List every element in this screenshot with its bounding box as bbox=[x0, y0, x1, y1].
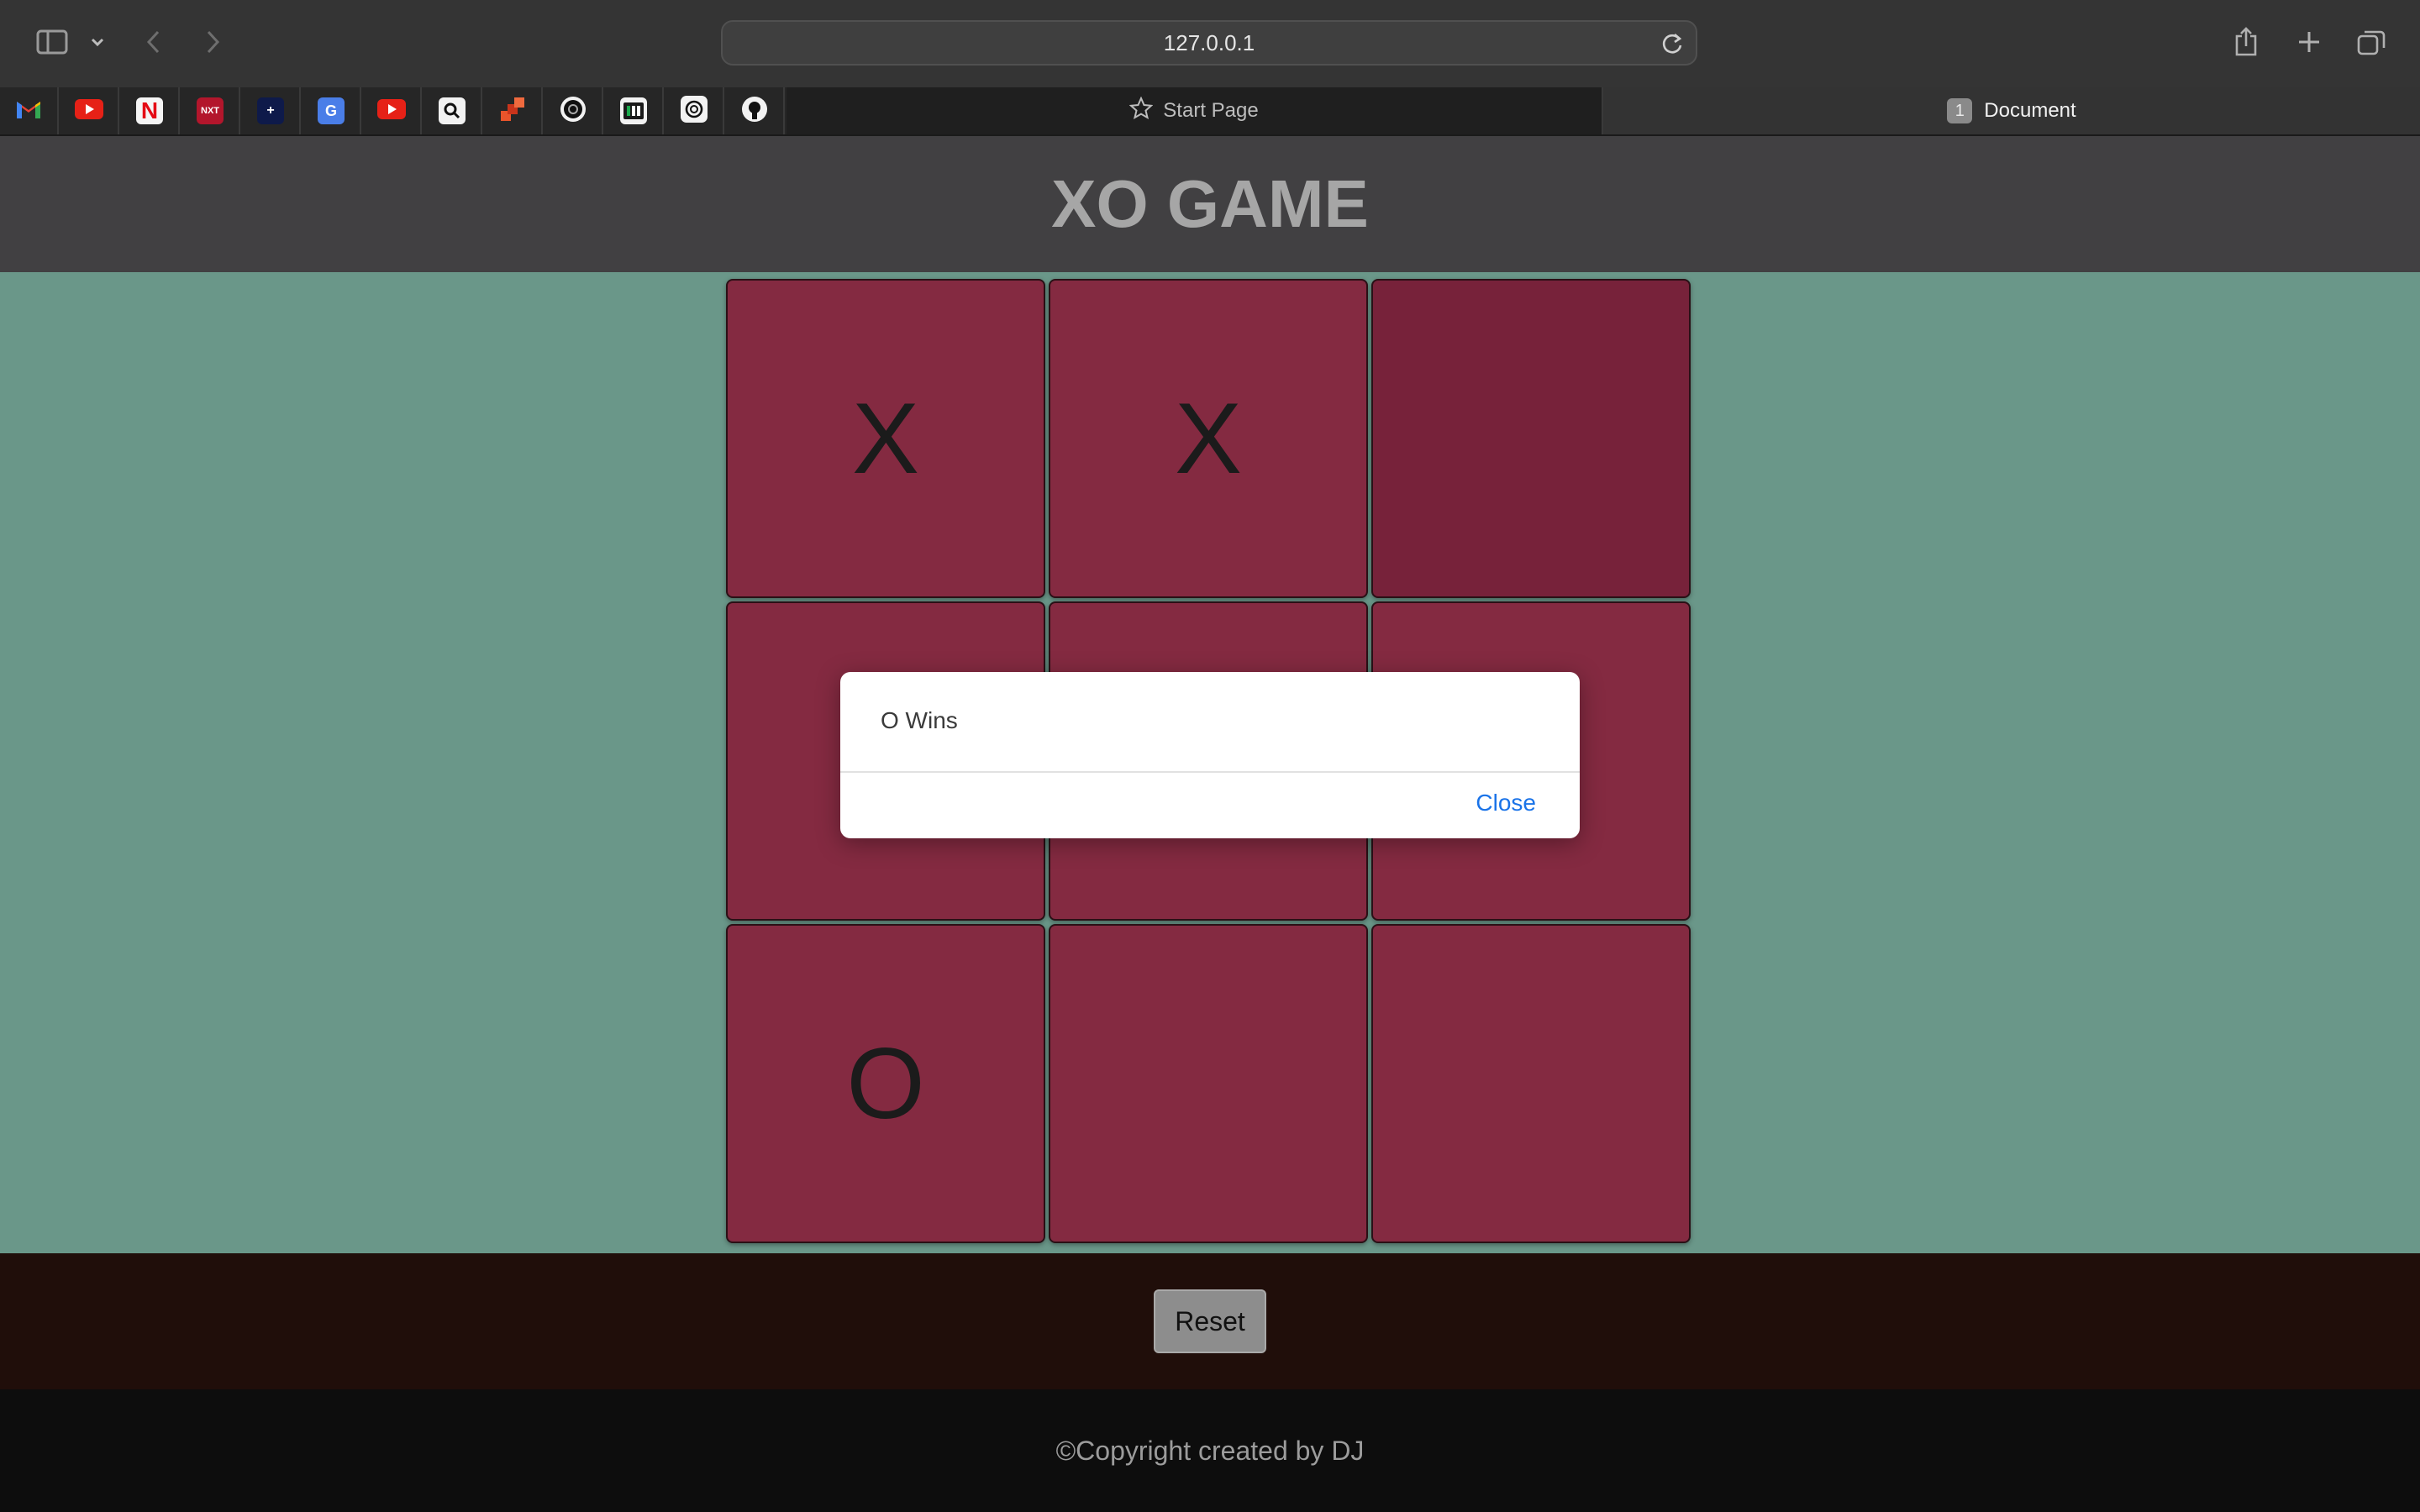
share-icon[interactable] bbox=[2232, 20, 2260, 64]
board-cell-8[interactable] bbox=[1049, 924, 1368, 1243]
stack-app-icon bbox=[499, 96, 526, 127]
alert-message: O Wins bbox=[881, 707, 958, 733]
sunnxt-icon: NXT bbox=[197, 97, 224, 124]
bookmark-youtube[interactable] bbox=[60, 87, 119, 134]
hotstar-icon: + bbox=[257, 97, 284, 124]
youtube-icon bbox=[377, 98, 406, 123]
star-icon bbox=[1128, 96, 1154, 126]
tab-count-badge: 1 bbox=[1947, 98, 1973, 123]
bookmark-sunnxt[interactable]: NXT bbox=[182, 87, 240, 134]
tab-document[interactable]: 1 Document bbox=[1603, 87, 2420, 134]
bookmark-youtube-2[interactable] bbox=[363, 87, 422, 134]
bookmark-google-translate[interactable]: G bbox=[302, 87, 361, 134]
bookmark-hackerrank[interactable] bbox=[605, 87, 664, 134]
board-cell-2[interactable]: X bbox=[1049, 279, 1368, 598]
bookmark-netflix[interactable]: N bbox=[121, 87, 180, 134]
tab-overview-icon[interactable] bbox=[2354, 20, 2388, 64]
google-translate-icon: G bbox=[318, 97, 345, 124]
bookmark-search-app[interactable] bbox=[424, 87, 482, 134]
bookmark-chatgpt[interactable] bbox=[666, 87, 724, 134]
board-cell-1[interactable]: X bbox=[726, 279, 1045, 598]
page-title: XO GAME bbox=[1051, 166, 1369, 241]
copyright-text: ©Copyright created by DJ bbox=[1055, 1435, 1365, 1466]
tab-document-label: Document bbox=[1984, 99, 2076, 122]
back-icon[interactable] bbox=[141, 20, 166, 64]
reload-icon[interactable] bbox=[1660, 32, 1684, 60]
tab-start-page[interactable]: Start Page bbox=[786, 87, 1603, 134]
bookmark-perplexity[interactable] bbox=[544, 87, 603, 134]
hackerrank-icon bbox=[620, 97, 647, 124]
footer: ©Copyright created by DJ bbox=[0, 1389, 2420, 1512]
browser-toolbar: 127.0.0.1 bbox=[0, 0, 2420, 89]
forward-icon[interactable] bbox=[200, 20, 225, 64]
tab-start-page-label: Start Page bbox=[1163, 99, 1259, 122]
github-icon bbox=[741, 96, 768, 127]
netflix-icon: N bbox=[136, 97, 163, 124]
search-app-icon bbox=[439, 97, 466, 124]
address-text: 127.0.0.1 bbox=[1163, 30, 1255, 55]
gmail-icon bbox=[15, 98, 42, 124]
bookmark-hotstar[interactable]: + bbox=[242, 87, 301, 134]
board-cell-7[interactable]: O bbox=[726, 924, 1045, 1243]
perplexity-icon bbox=[560, 96, 587, 127]
youtube-icon bbox=[75, 98, 103, 123]
controls-bar: Reset bbox=[0, 1253, 2420, 1389]
alert-dialog: O Wins Close bbox=[840, 672, 1580, 838]
page-header: XO GAME bbox=[0, 136, 2420, 272]
close-button[interactable]: Close bbox=[1476, 790, 1536, 816]
board-cell-3[interactable] bbox=[1371, 279, 1691, 598]
alert-divider bbox=[840, 771, 1580, 773]
bookmark-github[interactable] bbox=[726, 87, 785, 134]
chatgpt-icon bbox=[681, 95, 708, 127]
bookmark-gmail[interactable] bbox=[0, 87, 59, 134]
reset-button[interactable]: Reset bbox=[1154, 1289, 1266, 1353]
address-bar[interactable]: 127.0.0.1 bbox=[721, 20, 1697, 66]
tab-bar: N NXT + G Start Page 1 Document bbox=[0, 87, 2420, 136]
chevron-down-icon[interactable] bbox=[87, 20, 108, 64]
board-cell-9[interactable] bbox=[1371, 924, 1691, 1243]
sidebar-toggle-icon[interactable] bbox=[34, 20, 71, 64]
new-tab-icon[interactable] bbox=[2292, 20, 2326, 64]
bookmark-stack-app[interactable] bbox=[484, 87, 543, 134]
